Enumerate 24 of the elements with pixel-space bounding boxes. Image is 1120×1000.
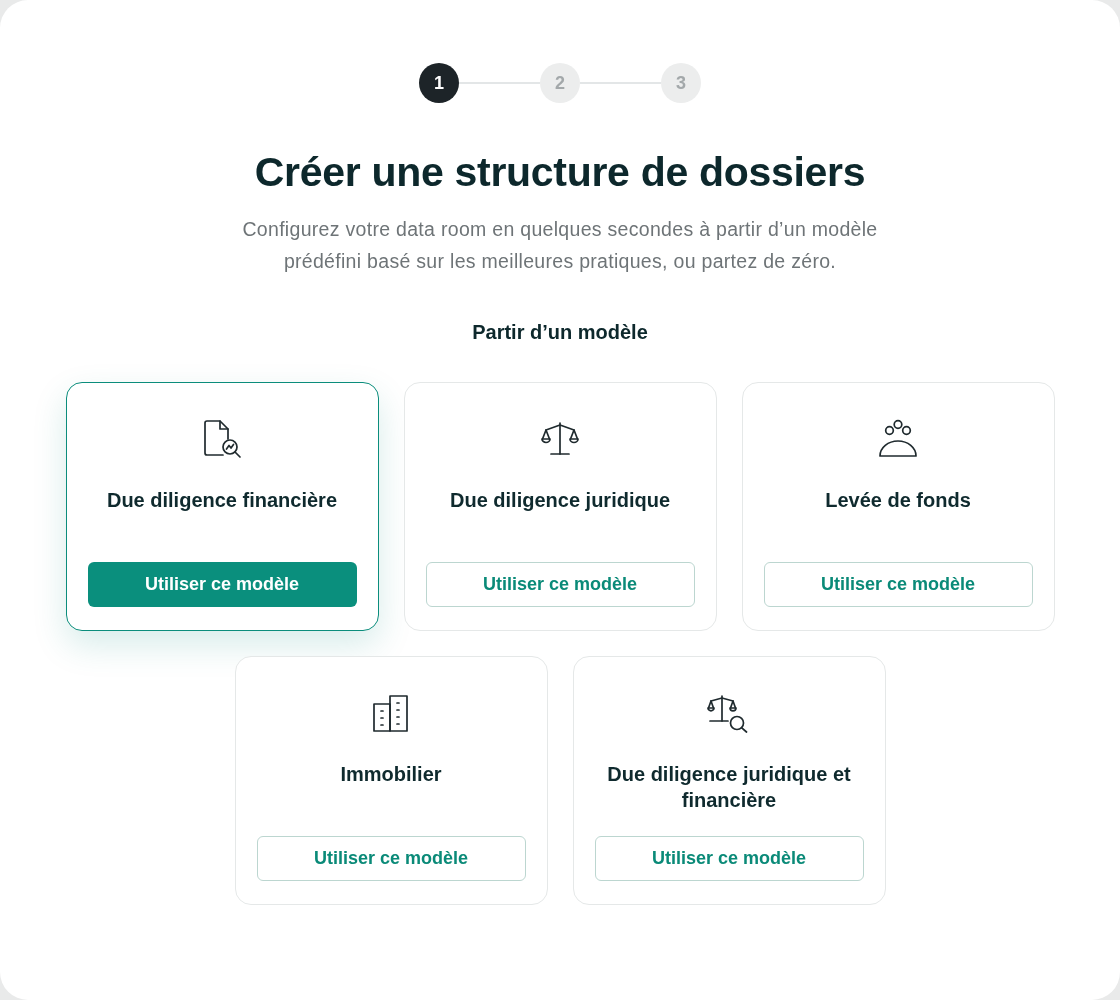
card-title: Due diligence financière xyxy=(106,488,338,513)
card-title: Due diligence juridique xyxy=(450,488,670,513)
section-heading: Partir d’un modèle xyxy=(472,320,648,345)
people-icon xyxy=(878,419,918,459)
use-template-button[interactable]: Utiliser ce modèle xyxy=(87,562,357,607)
step-indicator: 3 xyxy=(661,63,701,103)
use-template-button[interactable]: Utiliser ce modèle xyxy=(594,836,864,881)
template-card[interactable]: Due diligence juridique Utiliser ce modèle xyxy=(403,382,717,631)
buildings-icon xyxy=(371,693,411,733)
template-card[interactable]: Due diligence financière Utiliser ce modèle xyxy=(65,382,379,631)
card-title: Immobilier xyxy=(340,762,442,787)
step-indicator: 1 xyxy=(419,63,459,103)
document-search-icon xyxy=(202,419,242,459)
page-subtitle: Configurez votre data room en quelques secondes à partir d’un modèle prédéfini basé sur les meilleures pratiques, ou partez de zéro. xyxy=(241,217,879,274)
use-template-button[interactable]: Utiliser ce modèle xyxy=(425,562,695,607)
template-card[interactable]: Levée de fonds Utiliser ce modèle xyxy=(741,382,1055,631)
card-title: Levée de fonds xyxy=(825,488,971,513)
template-card[interactable]: Immobilier Utiliser ce modèle xyxy=(234,656,548,905)
step-indicator: 2 xyxy=(540,63,580,103)
card-title: Due diligence juridique et financière xyxy=(606,762,852,813)
use-template-button[interactable]: Utiliser ce modèle xyxy=(256,836,526,881)
page-title: Créer une structure de dossiers xyxy=(254,148,866,197)
use-template-button[interactable]: Utiliser ce modèle xyxy=(763,562,1033,607)
template-card[interactable]: Due diligence juridique et financière Utiliser ce modèle xyxy=(572,656,886,905)
